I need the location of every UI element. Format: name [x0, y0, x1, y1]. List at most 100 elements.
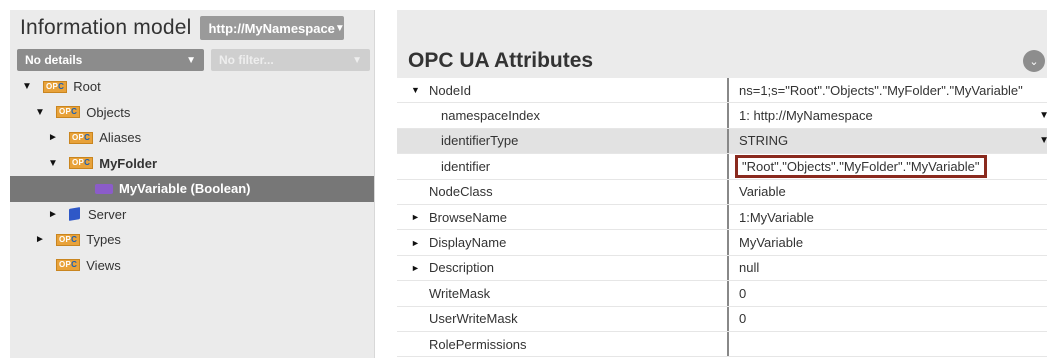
attribute-name-cell: UserWriteMask [397, 307, 727, 331]
attribute-name-cell[interactable]: ► BrowseName [397, 205, 727, 229]
chevron-down-icon: ▼ [334, 22, 345, 34]
attributes-toolbar [397, 10, 1047, 44]
attribute-value-text: 1:MyVariable [739, 209, 814, 225]
opc-icon: OPC [69, 157, 94, 170]
tree-item-label: Views [86, 257, 121, 273]
attribute-value: 0 [727, 306, 1047, 331]
filter-bar: No details ▼ No filter... ▼ [10, 46, 374, 74]
chevron-down-icon: ▼ [1039, 110, 1047, 121]
attribute-value-text: ns=1;s="Root"."Objects"."MyFolder"."MyVa… [739, 82, 1023, 98]
opc-icon: OPC [69, 131, 94, 144]
attribute-name: identifier [441, 158, 491, 174]
attribute-row: namespaceIndex 1: http://MyNamespace ▼ [397, 103, 1047, 129]
identifier-highlight: "Root"."Objects"."MyFolder"."MyVariable" [735, 154, 987, 178]
attribute-value-text: 1: http://MyNamespace [739, 108, 873, 124]
attribute-row: ► DisplayName MyVariable [397, 230, 1047, 256]
attribute-name-cell: identifier [397, 154, 727, 178]
attribute-name-cell: namespaceIndex [397, 103, 727, 127]
details-select-value: No details [25, 53, 83, 67]
attribute-value: 1:MyVariable [727, 204, 1047, 230]
collapse-button[interactable]: ⌄ [1023, 50, 1045, 72]
attribute-name: RolePermissions [429, 336, 527, 352]
opc-icon: OPC [56, 233, 81, 246]
tree-item[interactable]: ▼ OPC Objects [10, 100, 374, 126]
filter-select-value: No filter... [219, 53, 274, 67]
attribute-name: WriteMask [429, 285, 491, 301]
attribute-row: RolePermissions [397, 331, 1047, 358]
expand-right-icon[interactable]: ► [411, 238, 429, 248]
expand-right-icon[interactable]: ► [48, 209, 60, 220]
attribute-row: identifierType STRING ▼ [397, 128, 1047, 155]
attribute-name: Description [429, 260, 495, 276]
attribute-row: WriteMask 0 [397, 281, 1047, 307]
variable-icon [95, 183, 113, 194]
chevron-down-icon: ⌄ [1029, 55, 1039, 68]
attributes-table: ▼ NodeId ns=1;s="Root"."Objects"."MyFolder… [397, 78, 1047, 358]
expand-right-icon[interactable]: ► [48, 132, 60, 143]
expand-right-icon[interactable]: ► [35, 234, 47, 245]
tree-item-label: MyVariable (Boolean) [119, 181, 251, 197]
attribute-value: null [727, 255, 1047, 281]
attribute-name-cell: RolePermissions [397, 332, 727, 356]
expand-right-icon[interactable]: ► [411, 263, 429, 273]
attribute-value: Variable [727, 179, 1047, 204]
attribute-name: UserWriteMask [429, 311, 518, 327]
tree-item-label: Server [88, 206, 127, 222]
panel-title: Information model [20, 16, 192, 39]
tree-item[interactable]: ▼ OPC Root [10, 74, 374, 100]
node-tree: ▼ OPC Root ▼ OPC Objects ► OPC Aliases ▼ OPC MyFold… [10, 74, 374, 278]
attribute-value-text: STRING [739, 133, 789, 149]
attribute-value: 0 [727, 281, 1047, 306]
expand-down-icon[interactable]: ▼ [22, 81, 34, 92]
attribute-name: BrowseName [429, 209, 508, 225]
tree-item[interactable]: ► Server [10, 202, 374, 228]
opc-icon: OPC [56, 106, 81, 119]
attribute-name-cell: WriteMask [397, 281, 727, 305]
information-model-header: Information model http://MyNamespace ▼ [10, 10, 374, 46]
tree-item-label: Root [73, 79, 101, 95]
chevron-down-icon: ▼ [186, 54, 196, 66]
attributes-panel: OPC UA Attributes ⌄ ▼ NodeId ns=1;s="Root"… [397, 10, 1047, 358]
attribute-name: namespaceIndex [441, 108, 541, 124]
details-select[interactable]: No details ▼ [17, 49, 204, 71]
attribute-name: identifierType [441, 133, 519, 149]
attribute-value-select[interactable]: STRING ▼ [727, 128, 1047, 154]
opc-icon: OPC [56, 259, 81, 272]
attribute-row: NodeClass Variable [397, 179, 1047, 205]
namespace-select[interactable]: http://MyNamespace ▼ [200, 16, 345, 40]
information-model-panel: Information model http://MyNamespace ▼ N… [10, 10, 375, 358]
tree-item-label: Aliases [99, 130, 142, 146]
namespace-select-value: http://MyNamespace [208, 20, 335, 36]
attribute-value: ns=1;s="Root"."Objects"."MyFolder"."MyVa… [727, 78, 1047, 103]
expand-right-icon[interactable]: ► [411, 212, 429, 222]
attributes-title: OPC UA Attributes [408, 49, 594, 72]
tree-item[interactable]: ► OPC Types [10, 227, 374, 253]
attribute-row: identifier "Root"."Objects"."MyFolder"."M… [397, 154, 1047, 180]
attribute-value-text: 0 [739, 311, 747, 327]
attribute-value-input[interactable]: "Root"."Objects"."MyFolder"."MyVariable" [727, 154, 1047, 179]
attribute-name-cell: identifierType [397, 129, 727, 153]
expand-down-icon[interactable]: ▼ [411, 85, 429, 95]
attribute-row: ► BrowseName 1:MyVariable [397, 204, 1047, 231]
expand-down-icon[interactable]: ▼ [35, 107, 47, 118]
tree-item[interactable]: ► OPC Aliases [10, 125, 374, 151]
attribute-value-text: 0 [739, 285, 747, 301]
tree-item[interactable]: MyVariable (Boolean) [10, 176, 374, 202]
attribute-value-select[interactable]: 1: http://MyNamespace ▼ [727, 103, 1047, 128]
attribute-value-text: MyVariable [739, 235, 804, 251]
attribute-name-cell: NodeClass [397, 180, 727, 204]
attribute-value: MyVariable [727, 230, 1047, 255]
attribute-value-text: Variable [739, 184, 786, 200]
tree-item[interactable]: OPC Views [10, 253, 374, 279]
server-icon [69, 207, 80, 222]
filter-select[interactable]: No filter... ▼ [211, 49, 370, 71]
attribute-name-cell[interactable]: ▼ NodeId [397, 78, 727, 102]
attribute-name: DisplayName [429, 235, 507, 251]
expand-down-icon[interactable]: ▼ [48, 158, 60, 169]
attribute-value [727, 331, 1047, 357]
attribute-name-cell[interactable]: ► DisplayName [397, 230, 727, 254]
attribute-name-cell[interactable]: ► Description [397, 256, 727, 280]
chevron-down-icon: ▼ [352, 54, 362, 66]
tree-item[interactable]: ▼ OPC MyFolder [10, 151, 374, 177]
tree-item-label: Types [86, 232, 121, 248]
